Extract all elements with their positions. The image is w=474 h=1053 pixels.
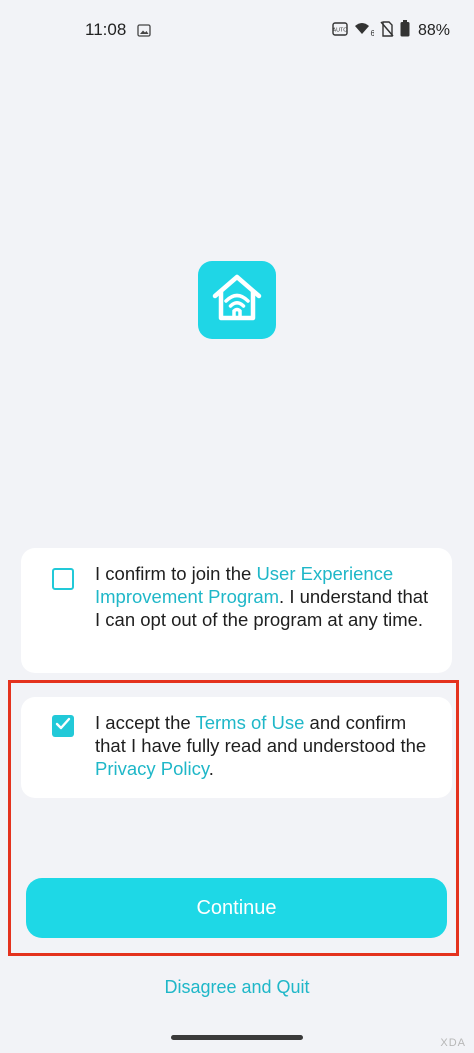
home-wifi-icon: [207, 268, 267, 333]
ux-program-card: I confirm to join the User Experience Im…: [21, 548, 452, 673]
battery-percentage: 88%: [417, 22, 450, 39]
ux-program-text: I confirm to join the User Experience Im…: [95, 562, 438, 631]
home-indicator[interactable]: [171, 1035, 303, 1040]
ux-program-checkbox[interactable]: [52, 568, 74, 590]
status-bar: 11:08 AUTO 6 88%: [0, 0, 474, 64]
ux-program-text-before: I confirm to join the: [95, 563, 257, 584]
status-time: 11:08: [85, 20, 127, 39]
gallery-icon: [137, 24, 151, 42]
auto-brightness-icon: AUTO: [332, 21, 348, 42]
watermark: XDA: [440, 1037, 466, 1049]
svg-text:AUTO: AUTO: [332, 27, 348, 33]
battery-icon: [400, 20, 410, 42]
continue-button[interactable]: Continue: [26, 878, 447, 938]
app-logo: [198, 261, 276, 339]
svg-text:6: 6: [370, 29, 374, 37]
status-icons: AUTO 6 88%: [332, 20, 450, 42]
disagree-and-quit-link[interactable]: Disagree and Quit: [0, 977, 474, 998]
no-sim-icon: [380, 20, 394, 42]
wifi-6-icon: 6: [354, 21, 375, 42]
